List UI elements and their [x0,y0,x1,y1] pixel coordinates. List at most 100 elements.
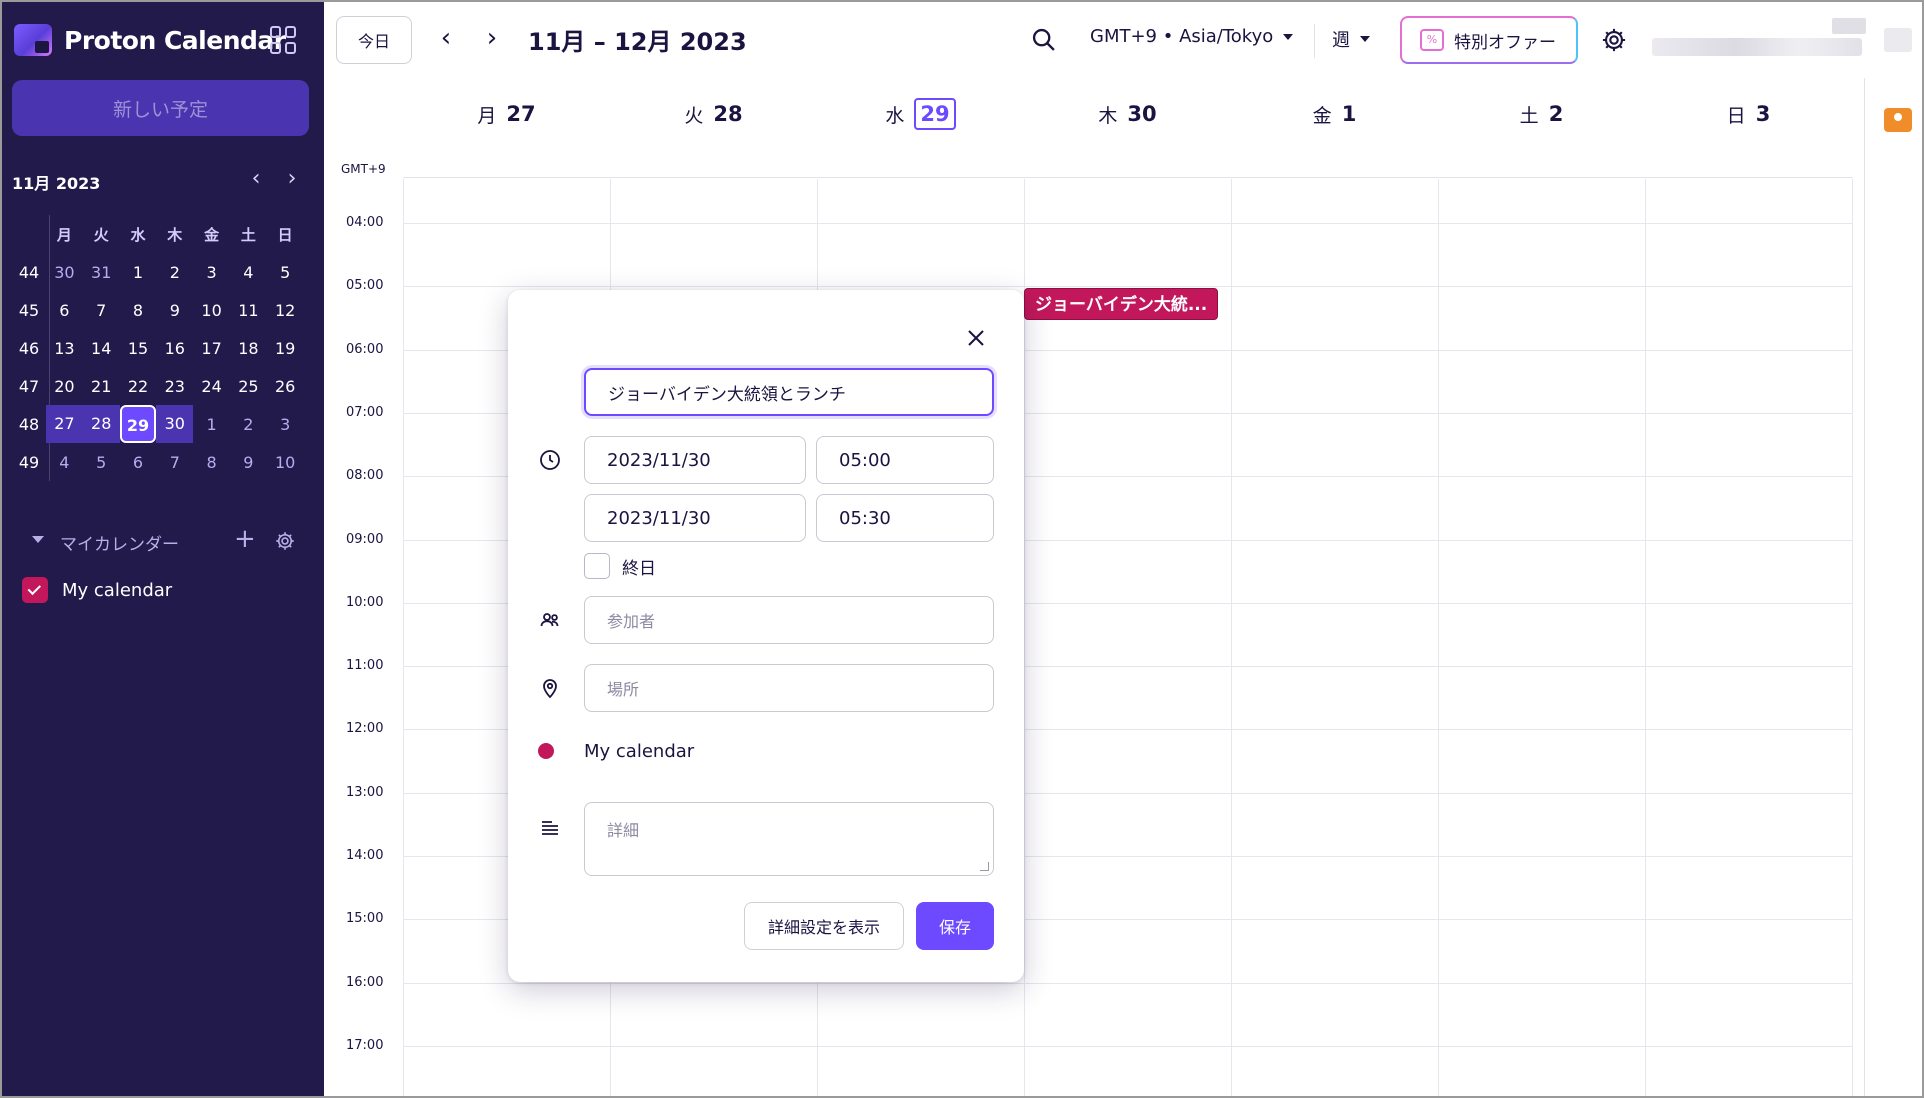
new-event-button[interactable]: 新しい予定 [12,80,309,136]
special-offer-button[interactable]: % 特別オファー [1400,16,1578,64]
day-header[interactable]: 日3 [1645,96,1852,132]
mini-calendar-day[interactable]: 1 [120,263,157,282]
close-icon[interactable] [964,326,988,350]
mini-calendar-day[interactable]: 10 [193,301,230,320]
mini-calendar-week-row: 46 13 14 15 16 17 18 19 [12,329,312,367]
timezone-select[interactable]: GMT+9 • Asia/Tokyo [1090,26,1294,47]
day-header[interactable]: 木 30 [1024,96,1231,132]
day-header[interactable]: 土2 [1438,96,1645,132]
event-title-input[interactable]: ジョーバイデン大統領とランチ [584,368,994,416]
account-badge-blurred [1832,18,1866,34]
day-of-week-label: 木 [1098,104,1118,127]
settings-gear-icon[interactable] [1600,26,1628,54]
mini-calendar-weekday: 水 [130,225,146,244]
start-date-field[interactable]: 2023/11/30 [584,436,806,484]
mini-calendar-weekday: 土 [240,225,256,244]
apps-grid-icon[interactable] [270,26,298,54]
event-chip[interactable]: ジョーバイデン大統... [1024,288,1218,320]
day-header[interactable]: 金1 [1231,96,1438,132]
checkbox-checked-icon[interactable] [22,577,48,603]
mini-calendar-day[interactable]: 25 [230,377,267,396]
mini-calendar-day[interactable]: 16 [156,339,193,358]
mini-calendar-day[interactable]: 1 [193,415,230,434]
app-logo[interactable]: Proton Calendar [14,22,286,58]
mini-calendar-weekday: 火 [93,225,109,244]
day-header[interactable]: 火 28 [610,96,817,132]
mini-calendar-day[interactable]: 22 [120,377,157,396]
calendar-item-my-calendar[interactable]: My calendar [22,576,172,604]
mini-calendar-day[interactable]: 31 [83,263,120,282]
timezone-label: GMT+9 • Asia/Tokyo [1090,26,1274,47]
mini-calendar-day[interactable]: 12 [267,301,304,320]
mini-calendar-day[interactable]: 18 [230,339,267,358]
chevron-right-icon[interactable]: › [280,168,304,192]
avatar[interactable] [1884,28,1912,52]
calendar-select[interactable]: My calendar [538,738,694,764]
mini-calendar-day[interactable]: 21 [83,377,120,396]
my-calendars-header[interactable]: マイカレンダー + [26,526,306,556]
mini-calendar-day[interactable]: 5 [267,263,304,282]
start-time-field[interactable]: 05:00 [816,436,994,484]
mini-calendar-day[interactable]: 9 [230,453,267,472]
mini-calendar-day[interactable]: 20 [46,377,83,396]
mini-calendar-day[interactable]: 6 [120,453,157,472]
checkbox-unchecked-icon[interactable] [584,553,610,579]
mini-calendar-day[interactable]: 24 [193,377,230,396]
caret-down-icon[interactable] [32,536,44,543]
mini-calendar-day[interactable]: 15 [120,339,157,358]
mini-calendar-day[interactable]: 4 [46,453,83,472]
mini-calendar-day[interactable]: 8 [193,453,230,472]
mini-calendar-day[interactable]: 27 [46,405,83,443]
mini-calendar-day[interactable]: 13 [46,339,83,358]
mini-calendar-day[interactable]: 26 [267,377,304,396]
search-icon[interactable] [1030,26,1058,54]
today-button[interactable]: 今日 [336,16,412,64]
gear-icon[interactable] [274,530,296,552]
description-textarea[interactable]: 詳細 [584,802,994,876]
day-header[interactable]: 月 27 [403,96,610,132]
mini-calendar-day[interactable]: 17 [193,339,230,358]
mini-calendar-day[interactable]: 29 [119,405,157,443]
add-calendar-icon[interactable]: + [234,526,256,552]
day-number-label: 27 [506,102,536,126]
mini-calendar: 月火水木金土日 44 30 31 1 2 3 4 5 45 6 7 8 9 10 11 12 46 13 14 15 1… [12,215,312,481]
show-advanced-button[interactable]: 詳細設定を表示 [744,902,904,950]
chevron-left-icon[interactable]: ‹ [244,168,268,192]
mini-calendar-day[interactable]: 11 [230,301,267,320]
mini-calendar-day[interactable]: 23 [156,377,193,396]
mini-calendar-day[interactable]: 8 [120,301,157,320]
mini-calendar-day[interactable]: 30 [46,263,83,282]
mini-calendar-day[interactable]: 4 [230,263,267,282]
all-day-label: 終日 [622,558,656,579]
save-button[interactable]: 保存 [916,902,994,950]
next-week-icon[interactable]: › [478,24,506,54]
mini-calendar-day[interactable]: 3 [267,415,304,434]
mini-calendar-day[interactable]: 2 [230,415,267,434]
mini-calendar-day[interactable]: 10 [267,453,304,472]
mini-calendar-day[interactable]: 7 [156,453,193,472]
grid-column-line [403,179,404,1096]
mini-calendar-day[interactable]: 28 [82,405,120,443]
mini-calendar-day[interactable]: 9 [156,301,193,320]
week-number: 47 [18,376,40,396]
mini-calendar-day[interactable]: 30 [156,405,194,443]
day-header[interactable]: 水 29 [817,96,1024,132]
calendar-color-dot [538,743,554,759]
mini-calendar-day[interactable]: 14 [83,339,120,358]
grid-column-line [1231,179,1232,1096]
end-date-field[interactable]: 2023/11/30 [584,494,806,542]
mini-calendar-day[interactable]: 7 [83,301,120,320]
mini-calendar-day[interactable]: 19 [267,339,304,358]
previous-week-icon[interactable]: ‹ [432,24,460,54]
all-day-checkbox[interactable]: 終日 [584,552,656,580]
participants-input[interactable]: 参加者 [584,596,994,644]
mini-calendar-day[interactable]: 6 [46,301,83,320]
end-time-field[interactable]: 05:30 [816,494,994,542]
location-input[interactable]: 場所 [584,664,994,712]
mini-calendar-day[interactable]: 3 [193,263,230,282]
view-select[interactable]: 週 [1332,26,1370,52]
contacts-icon[interactable] [1884,108,1912,132]
mini-calendar-day[interactable]: 2 [156,263,193,282]
account-name-blurred[interactable] [1652,38,1862,56]
mini-calendar-day[interactable]: 5 [83,453,120,472]
